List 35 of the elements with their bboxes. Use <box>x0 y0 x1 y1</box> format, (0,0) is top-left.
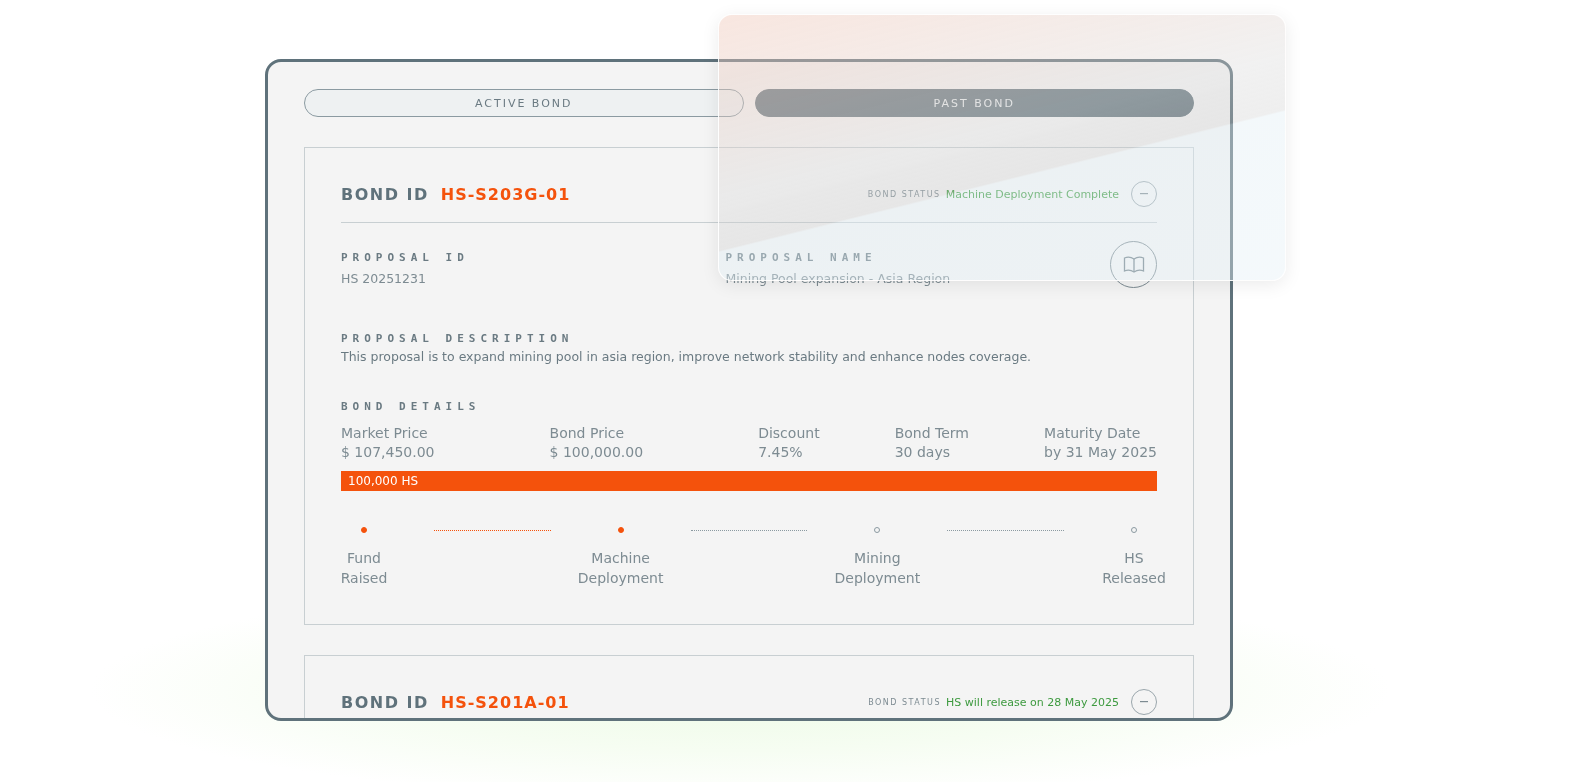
detail-label: Bond Price <box>549 425 626 441</box>
bond-id: HS-S203G-01 <box>440 184 571 204</box>
detail-label: Bond Term <box>894 425 969 441</box>
tab[interactable]: ACTIVE BOND <box>304 89 744 117</box>
minus-icon <box>1140 193 1148 195</box>
step-label: Mining Deployment <box>834 549 921 588</box>
section-label: BOND DETAILS <box>341 400 482 413</box>
bond-status-label: BOND STATUS <box>867 189 941 199</box>
detail-label: Maturity Date <box>1044 425 1142 441</box>
detail-label: Market Price <box>341 425 429 441</box>
section-label: PROPOSAL DESCRIPTION <box>341 332 575 345</box>
bond-id: HS-S201A-01 <box>440 692 570 712</box>
minus-icon <box>1140 701 1148 703</box>
detail-label: Discount <box>758 425 820 441</box>
detail-value: $ 100,000.00 <box>549 444 644 460</box>
bond-id-label: BOND ID <box>341 184 429 204</box>
step-label: Machine Deployment <box>577 549 664 588</box>
proposal-name: Mining Pool expansion - Asia Region <box>725 271 952 286</box>
detail-value: 30 days <box>894 444 951 460</box>
step-label: Fund Raised <box>340 549 388 588</box>
bond-status: Machine Deployment Complete <box>945 187 1119 201</box>
tab[interactable]: PAST BOND <box>754 89 1194 117</box>
bond-status-label: BOND STATUS <box>868 697 942 707</box>
detail-value: 7.45% <box>758 444 804 460</box>
detail-value: by 31 May 2025 <box>1044 444 1157 460</box>
section-label: PROPOSAL ID <box>341 251 470 264</box>
bond-id-label: BOND ID <box>341 692 429 712</box>
step-label: HS Released <box>1102 549 1166 588</box>
section-label: PROPOSAL NAME <box>725 251 878 264</box>
bond-status: HS will release on 28 May 2025 <box>946 695 1119 709</box>
book-icon <box>1122 255 1145 274</box>
proposal-id: HS 20251231 <box>341 271 427 286</box>
detail-value: $ 107,450.00 <box>341 444 435 460</box>
proposal-description: This proposal is to expand mining pool in asia region, improve network stability and enhance nodes coverage. <box>341 349 1033 364</box>
progress-bar: 100,000 HS <box>341 471 1157 491</box>
